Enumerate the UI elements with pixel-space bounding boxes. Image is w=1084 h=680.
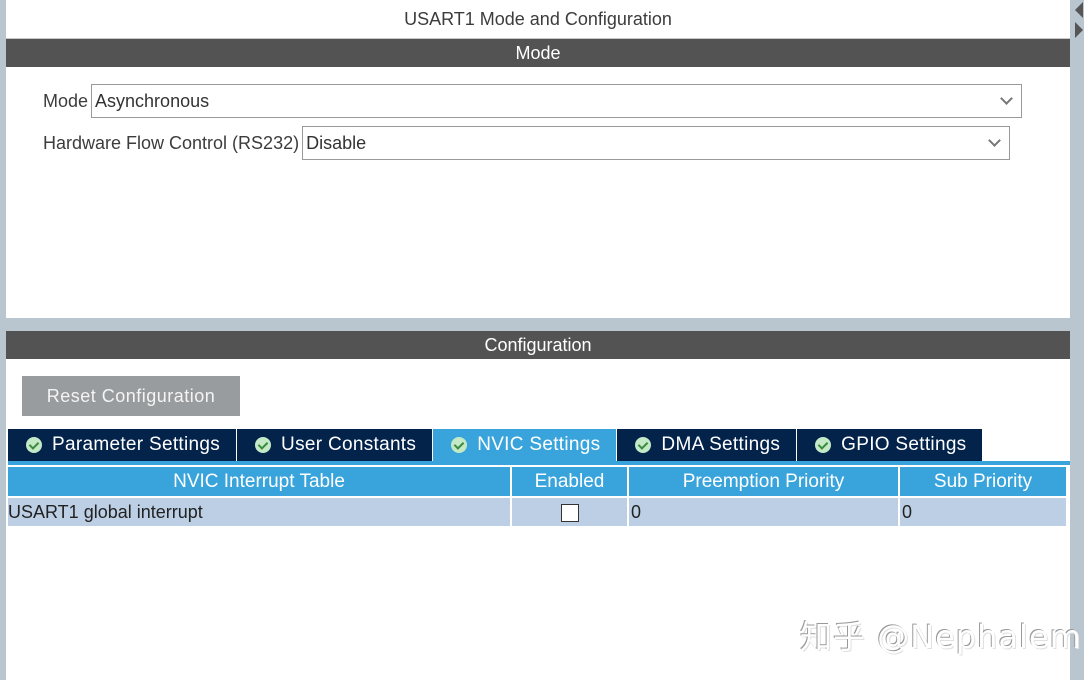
- mode-panel: USART1 Mode and Configuration Mode Mode …: [6, 0, 1070, 318]
- configuration-section-header: Configuration: [6, 331, 1070, 359]
- collapse-left-icon[interactable]: [1075, 2, 1083, 18]
- enabled-checkbox[interactable]: [560, 503, 579, 522]
- mode-field-row: Mode Asynchronous: [43, 84, 1023, 118]
- nvic-interrupt-table: NVIC Interrupt Table Enabled Preemption …: [8, 467, 1066, 526]
- tab-label: User Constants: [281, 434, 417, 455]
- tab-nvic-settings[interactable]: NVIC Settings: [433, 429, 618, 461]
- tab-dma-settings[interactable]: DMA Settings: [617, 429, 798, 461]
- tab-parameter-settings[interactable]: Parameter Settings: [8, 429, 238, 461]
- tab-label: GPIO Settings: [841, 434, 967, 455]
- mode-section-header: Mode: [6, 39, 1070, 67]
- mode-select[interactable]: Asynchronous: [91, 84, 1023, 118]
- column-header-preemption-priority[interactable]: Preemption Priority: [628, 467, 900, 497]
- check-circle-icon: [635, 437, 652, 453]
- expand-right-icon[interactable]: [1075, 22, 1083, 38]
- mode-label: Mode: [43, 90, 89, 111]
- check-circle-icon: [451, 437, 468, 453]
- reset-configuration-button[interactable]: Reset Configuration: [22, 376, 240, 416]
- mode-select-value: Asynchronous: [95, 91, 210, 111]
- preemption-priority-cell[interactable]: 0: [628, 496, 900, 526]
- column-header-sub-priority[interactable]: Sub Priority: [899, 467, 1066, 497]
- chevron-down-icon: [988, 134, 1001, 147]
- tab-underline: [8, 461, 1070, 465]
- config-tabs: Parameter Settings User Constants NVIC S…: [8, 429, 984, 461]
- tab-label: Parameter Settings: [52, 434, 221, 455]
- check-circle-icon: [26, 437, 42, 453]
- enabled-cell: [511, 496, 629, 526]
- tab-label: DMA Settings: [661, 434, 781, 455]
- table-header-row: NVIC Interrupt Table Enabled Preemption …: [8, 467, 1066, 497]
- interrupt-name-cell: USART1 global interrupt: [8, 496, 512, 526]
- panel-title: USART1 Mode and Configuration: [6, 0, 1070, 39]
- side-collapse-strip: [1072, 0, 1084, 680]
- check-circle-icon: [815, 437, 832, 453]
- table-row[interactable]: USART1 global interrupt 0 0: [8, 496, 1066, 526]
- flow-control-label: Hardware Flow Control (RS232): [43, 132, 300, 153]
- flow-control-select-value: Disable: [306, 133, 367, 153]
- tab-label: NVIC Settings: [477, 434, 601, 455]
- tab-gpio-settings[interactable]: GPIO Settings: [797, 429, 984, 461]
- tab-user-constants[interactable]: User Constants: [237, 429, 434, 461]
- column-header-enabled[interactable]: Enabled: [511, 467, 629, 497]
- chevron-down-icon: [1000, 92, 1013, 105]
- column-header-interrupt[interactable]: NVIC Interrupt Table: [8, 467, 512, 497]
- flow-control-field-row: Hardware Flow Control (RS232) Disable: [43, 126, 1011, 160]
- flow-control-select[interactable]: Disable: [302, 126, 1011, 160]
- watermark: 知乎 @Nephalem: [800, 618, 1082, 656]
- check-circle-icon: [255, 437, 272, 453]
- sub-priority-cell[interactable]: 0: [899, 496, 1066, 526]
